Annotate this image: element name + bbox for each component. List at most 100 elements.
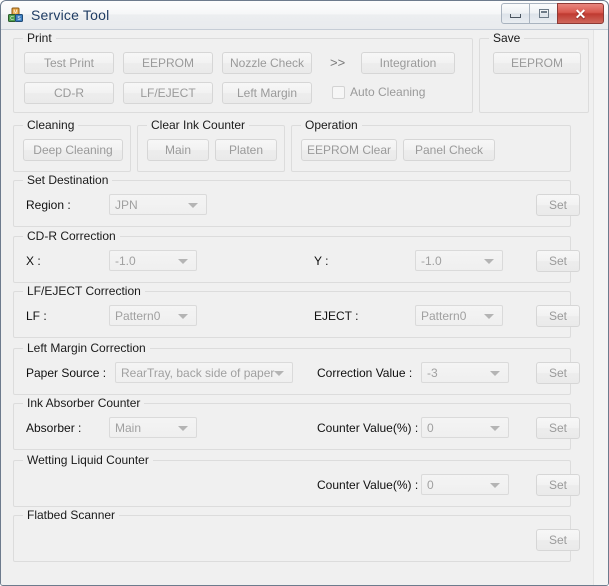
- eeprom-clear-button[interactable]: EEPROM Clear: [301, 139, 397, 161]
- wetting-counter-value-select[interactable]: 0: [421, 474, 509, 495]
- group-cdr-correction: CD-R Correction X : -1.0 Y : -1.0 Set: [13, 229, 580, 283]
- group-print-legend: Print: [23, 31, 56, 45]
- chevron-down-icon: [484, 258, 494, 264]
- deep-cleaning-button[interactable]: Deep Cleaning: [23, 139, 123, 161]
- left-margin-button[interactable]: Left Margin: [222, 82, 312, 104]
- cdr-correction-set-button[interactable]: Set: [536, 250, 580, 272]
- group-cleaning: Cleaning Deep Cleaning: [13, 118, 131, 172]
- group-left-margin-correction-legend: Left Margin Correction: [23, 341, 150, 355]
- lf-select[interactable]: Pattern0: [109, 305, 197, 326]
- cd-r-button[interactable]: CD-R: [24, 82, 114, 104]
- chevron-down-icon: [188, 202, 198, 208]
- client-area: Print Test Print EEPROM Nozzle Check CD-…: [1, 30, 608, 585]
- clear-ink-main-button[interactable]: Main: [147, 139, 209, 161]
- cdr-x-label: X :: [26, 254, 41, 268]
- correction-value-label: Correction Value :: [317, 366, 413, 380]
- chevron-down-icon: [178, 313, 188, 319]
- lf-eject-set-button[interactable]: Set: [536, 305, 580, 327]
- chevron-down-icon: [178, 425, 188, 431]
- checkbox-box: [332, 85, 345, 99]
- group-left-margin-correction: Left Margin Correction Paper Source : Re…: [13, 341, 580, 395]
- paper-source-select[interactable]: RearTray, back side of paper: [115, 362, 293, 383]
- chevron-down-icon: [178, 258, 188, 264]
- group-cleaning-legend: Cleaning: [23, 118, 79, 132]
- cdr-x-select[interactable]: -1.0: [109, 250, 197, 271]
- test-print-button[interactable]: Test Print: [24, 52, 114, 74]
- flatbed-scanner-set-button[interactable]: Set: [536, 529, 580, 551]
- cdr-x-value: -1.0: [115, 253, 136, 268]
- group-ink-absorber-counter: Ink Absorber Counter Absorber : Main Cou…: [13, 396, 580, 450]
- close-button[interactable]: ✕: [557, 3, 604, 24]
- ink-absorber-set-button[interactable]: Set: [536, 417, 580, 439]
- left-margin-set-button[interactable]: Set: [536, 362, 580, 384]
- window-controls: ✕: [501, 3, 604, 24]
- auto-cleaning-label: Auto Cleaning: [350, 85, 426, 99]
- group-clear-ink-counter-legend: Clear Ink Counter: [147, 118, 250, 132]
- group-ink-absorber-counter-legend: Ink Absorber Counter: [23, 396, 145, 410]
- chevron-down-icon: [490, 482, 500, 488]
- chevron-right-icon: >>: [330, 55, 346, 70]
- minimize-button[interactable]: [501, 3, 530, 24]
- region-value: JPN: [115, 197, 138, 212]
- group-cdr-correction-legend: CD-R Correction: [23, 229, 120, 243]
- group-set-destination-legend: Set Destination: [23, 173, 113, 187]
- group-lf-eject-correction: LF/EJECT Correction LF : Pattern0 EJECT …: [13, 284, 580, 338]
- wetting-counter-value: 0: [427, 477, 434, 492]
- region-label: Region :: [26, 198, 71, 212]
- absorber-value: Main: [115, 420, 142, 435]
- region-select[interactable]: JPN: [109, 194, 207, 215]
- nozzle-check-button[interactable]: Nozzle Check: [222, 52, 312, 74]
- panel-check-button[interactable]: Panel Check: [403, 139, 495, 161]
- chevron-down-icon: [490, 425, 500, 431]
- title-bar: M C S Service Tool ✕: [1, 1, 608, 30]
- set-destination-set-button[interactable]: Set: [536, 194, 580, 216]
- group-print: Print Test Print EEPROM Nozzle Check CD-…: [13, 31, 473, 113]
- chevron-down-icon: [484, 313, 494, 319]
- auto-cleaning-checkbox[interactable]: Auto Cleaning: [332, 85, 425, 99]
- window-title: Service Tool: [31, 7, 110, 23]
- clear-ink-platen-button[interactable]: Platen: [215, 139, 277, 161]
- paper-source-label: Paper Source :: [26, 366, 107, 380]
- cdr-y-value: -1.0: [421, 253, 442, 268]
- group-wetting-liquid-counter-legend: Wetting Liquid Counter: [23, 453, 153, 467]
- ink-counter-value-select[interactable]: 0: [421, 417, 509, 438]
- group-save: Save EEPROM: [479, 31, 589, 113]
- svg-text:C: C: [10, 16, 14, 22]
- integration-button[interactable]: Integration: [361, 52, 455, 74]
- eject-value: Pattern0: [421, 308, 467, 323]
- group-save-legend: Save: [489, 31, 525, 45]
- ink-counter-value-label: Counter Value(%) :: [317, 421, 419, 435]
- minimize-icon: [510, 14, 521, 18]
- absorber-label: Absorber :: [26, 421, 82, 435]
- group-flatbed-scanner: Flatbed Scanner Set: [13, 508, 580, 562]
- correction-value: -3: [427, 365, 438, 380]
- cdr-y-label: Y :: [314, 254, 329, 268]
- group-operation: Operation EEPROM Clear Panel Check: [291, 118, 571, 172]
- group-lf-eject-correction-legend: LF/EJECT Correction: [23, 284, 145, 298]
- maximize-button[interactable]: [529, 3, 558, 24]
- ink-counter-value: 0: [427, 420, 434, 435]
- eject-label: EJECT :: [314, 309, 359, 323]
- chevron-down-icon: [490, 370, 500, 376]
- group-wetting-liquid-counter: Wetting Liquid Counter Counter Value(%) …: [13, 453, 580, 507]
- service-tool-window: M C S Service Tool ✕ Print Test Print EE…: [0, 0, 609, 586]
- form-content: Print Test Print EEPROM Nozzle Check CD-…: [1, 30, 596, 585]
- lf-eject-button[interactable]: LF/EJECT: [123, 82, 213, 104]
- absorber-select[interactable]: Main: [109, 417, 197, 438]
- group-operation-legend: Operation: [301, 118, 362, 132]
- eject-select[interactable]: Pattern0: [415, 305, 503, 326]
- correction-value-select[interactable]: -3: [421, 362, 509, 383]
- eeprom-print-button[interactable]: EEPROM: [123, 52, 213, 74]
- group-flatbed-scanner-legend: Flatbed Scanner: [23, 508, 120, 522]
- group-clear-ink-counter: Clear Ink Counter Main Platen: [137, 118, 285, 172]
- wetting-liquid-set-button[interactable]: Set: [536, 474, 580, 496]
- paper-source-value: RearTray, back side of paper: [121, 365, 275, 380]
- blocks-icon: M C S: [8, 7, 24, 23]
- wetting-counter-value-label: Counter Value(%) :: [317, 478, 419, 492]
- cdr-y-select[interactable]: -1.0: [415, 250, 503, 271]
- lf-label: LF :: [26, 309, 47, 323]
- chevron-down-icon: [274, 370, 284, 376]
- lf-value: Pattern0: [115, 308, 161, 323]
- save-eeprom-button[interactable]: EEPROM: [493, 52, 581, 74]
- maximize-icon: [538, 9, 549, 18]
